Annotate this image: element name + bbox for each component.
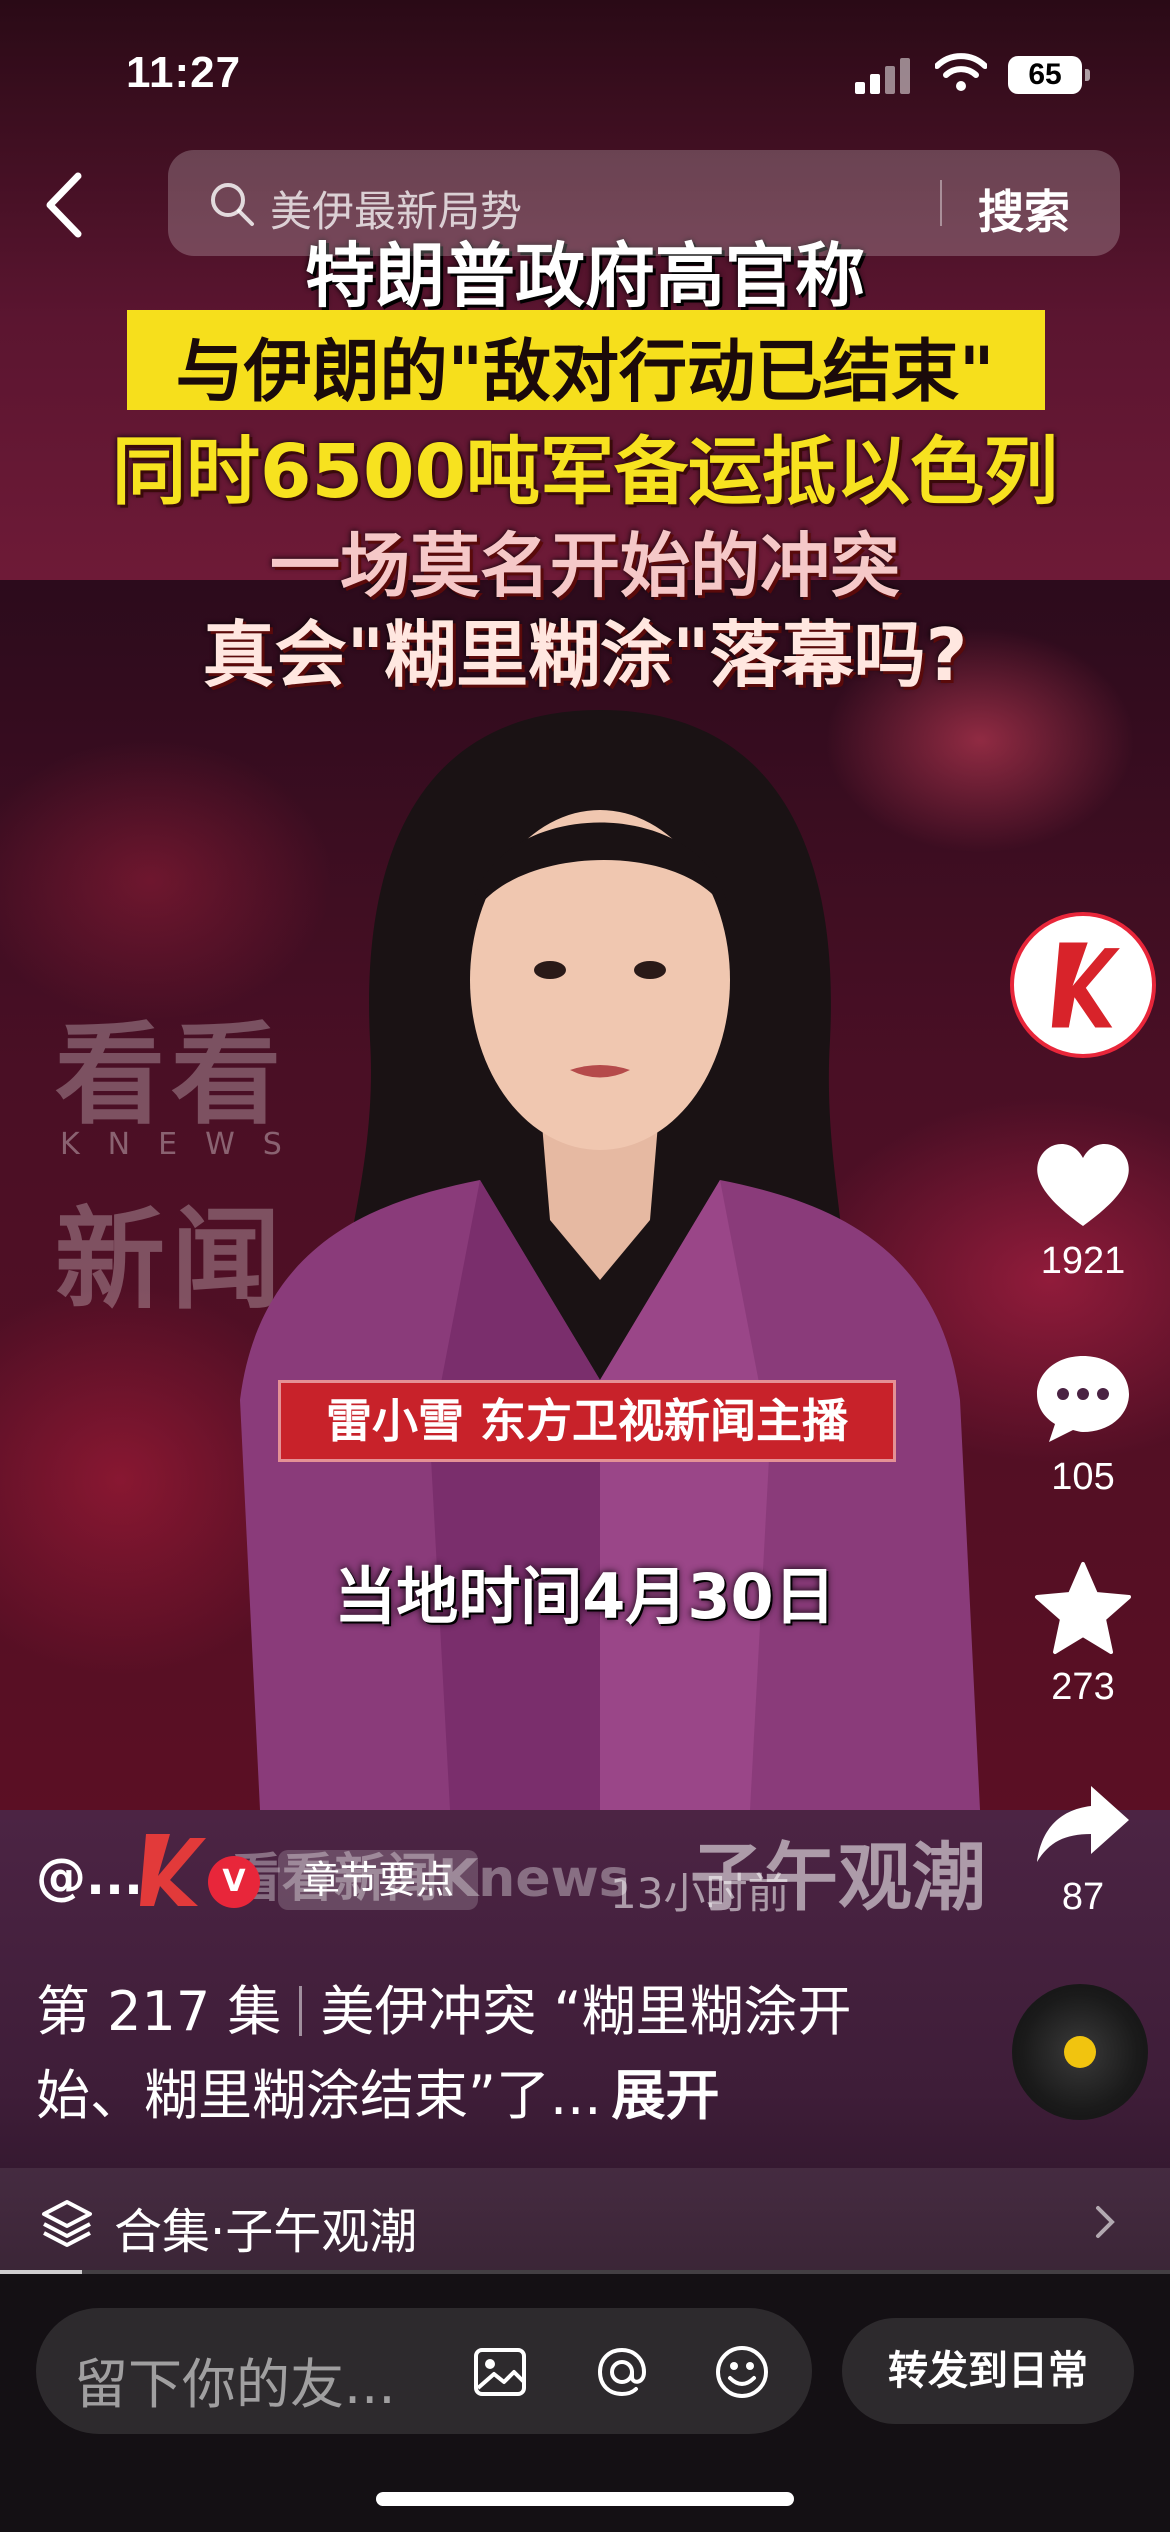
favorite-count: 273 (1051, 1666, 1115, 1708)
author-handle[interactable]: @... (36, 1848, 143, 1906)
mention-icon[interactable] (592, 2342, 652, 2402)
comment-placeholder: 留下你的友... (74, 2353, 396, 2416)
emoji-icon[interactable] (712, 2342, 772, 2402)
star-icon (1035, 1562, 1131, 1654)
collection-label: 合集·子午观潮 (114, 2204, 418, 2260)
video-progress-bar[interactable] (0, 2270, 1170, 2274)
status-time: 11:27 (126, 48, 242, 97)
episode-number: 第 217 集 (36, 1980, 282, 2043)
date-caption: 当地时间4月30日 (334, 1560, 836, 1633)
search-divider (940, 180, 942, 226)
search-query[interactable]: 美伊最新局势 (270, 178, 522, 239)
comment-input[interactable]: 留下你的友... (36, 2308, 812, 2434)
battery-indicator: 65 (1008, 56, 1090, 94)
home-indicator[interactable] (376, 2492, 794, 2506)
collection-bar[interactable]: 合集·子午观潮 (0, 2168, 1170, 2274)
wifi-icon (935, 53, 987, 91)
anchor-name-banner: 雷小雪 东方卫视新闻主播 (278, 1380, 896, 1462)
search-bar[interactable]: 美伊最新局势 搜索 (168, 150, 1120, 256)
headline-line2: 与伊朗的"敌对行动已结束" (175, 333, 995, 412)
share-count: 87 (1061, 1876, 1105, 1918)
like-action[interactable]: 1921 (1020, 1138, 1146, 1283)
comment-count: 105 (1051, 1456, 1115, 1498)
news-anchor-figure (240, 710, 980, 1810)
chapter-highlights-pill[interactable]: 章节要点 (278, 1850, 479, 1910)
knews-logo-icon (140, 1834, 206, 1906)
signal-icon (855, 54, 915, 94)
video-description[interactable]: 第 217 集美伊冲突 “糊里糊涂开始、糊里糊涂结束”了... 展开 (36, 1970, 916, 2138)
headline-line3: 同时6500吨军备运抵以色列 (112, 429, 1058, 515)
comment-bubble-icon (1037, 1356, 1129, 1442)
heart-icon (1037, 1143, 1129, 1226)
description-separator (299, 1986, 303, 2036)
expand-button[interactable]: 展开 (611, 2064, 719, 2127)
chevron-right-icon (1096, 2206, 1115, 2238)
layers-icon (42, 2200, 92, 2247)
forward-to-daily-button[interactable]: 转发到日常 (842, 2318, 1134, 2424)
share-action[interactable]: 87 (1020, 1780, 1146, 1919)
image-icon[interactable] (470, 2342, 530, 2402)
search-icon (211, 183, 254, 226)
favorite-action[interactable]: 273 (1020, 1560, 1146, 1709)
verified-badge-icon: V (208, 1856, 260, 1908)
comment-action[interactable]: 105 (1020, 1350, 1146, 1499)
share-arrow-icon (1037, 1786, 1129, 1862)
video-progress-fill (0, 2270, 82, 2274)
author-avatar[interactable] (1010, 912, 1156, 1058)
search-button[interactable]: 搜索 (978, 176, 1070, 242)
headline-line5: 真会"糊里糊涂"落幕吗? (202, 613, 968, 697)
music-disc-icon[interactable] (1012, 1984, 1148, 2120)
like-count: 1921 (1040, 1240, 1126, 1282)
post-time: 13小时前 (610, 1869, 790, 1918)
back-arrow-icon[interactable] (40, 170, 90, 240)
